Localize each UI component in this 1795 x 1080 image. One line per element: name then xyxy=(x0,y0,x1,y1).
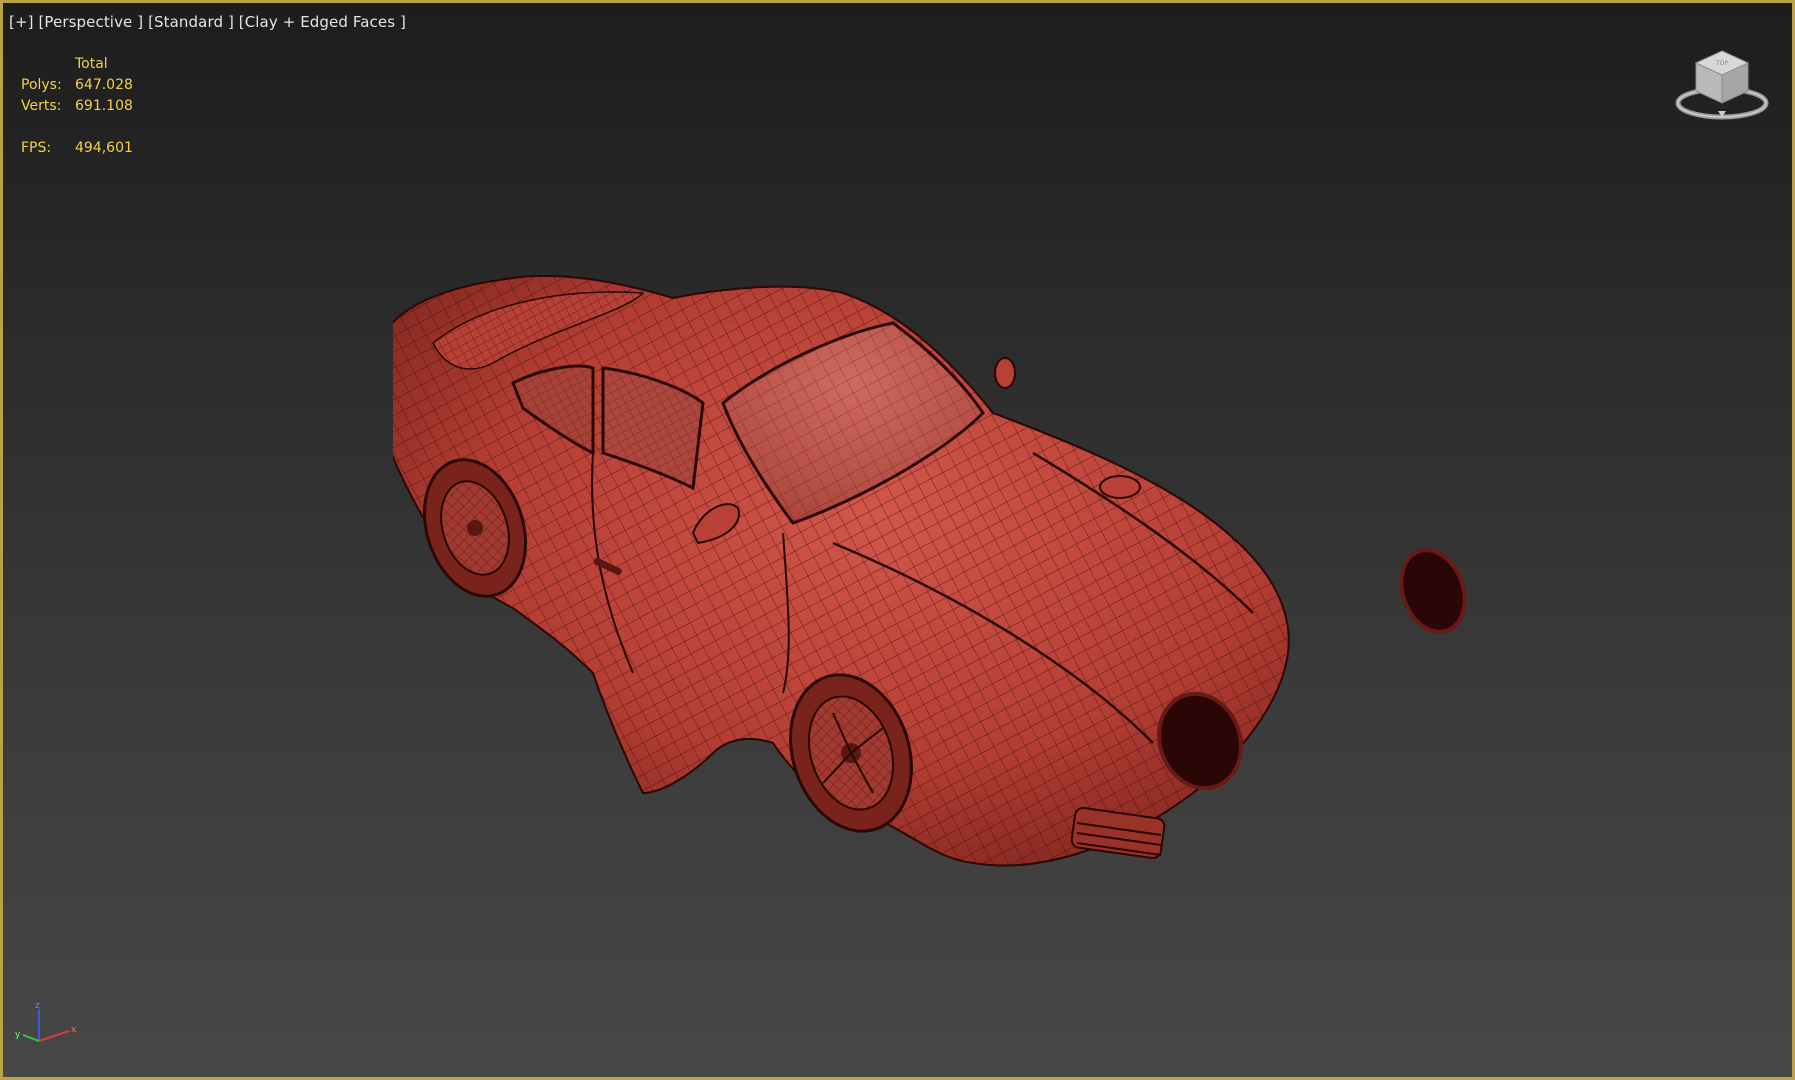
viewcube-icon[interactable]: TOP xyxy=(1672,43,1772,133)
svg-text:TOP: TOP xyxy=(1715,60,1728,67)
car-model-mesh[interactable] xyxy=(377,273,1493,993)
statistics-overlay: Total Polys: 647.028 Verts: 691.108 FPS:… xyxy=(21,54,135,159)
polys-label: Polys: xyxy=(21,77,62,93)
axis-x-label: x xyxy=(71,1025,77,1035)
viewport-display-style-menu[interactable]: [Clay + Edged Faces ] xyxy=(239,13,406,31)
headlight-right xyxy=(1399,548,1467,634)
polys-value: 647.028 xyxy=(75,77,133,93)
axis-y-label: y xyxy=(15,1030,21,1040)
verts-label: Verts: xyxy=(21,98,62,114)
stats-header: Total xyxy=(75,56,108,72)
axis-tripod-icon: z x y xyxy=(13,997,83,1057)
fuel-cap xyxy=(1099,475,1141,499)
antenna-mirror-right xyxy=(994,357,1016,389)
viewport-label-menu: [+] [Perspective ] [Standard ] [Clay + E… xyxy=(9,13,406,31)
viewport-shading-menu[interactable]: [Standard ] xyxy=(148,13,234,31)
fps-value: 494,601 xyxy=(75,140,133,156)
fps-label: FPS: xyxy=(21,140,52,156)
axis-z-label: z xyxy=(35,1001,40,1011)
perspective-viewport[interactable]: [+] [Perspective ] [Standard ] [Clay + E… xyxy=(0,0,1795,1080)
viewport-point-of-view-menu[interactable]: [Perspective ] xyxy=(38,13,143,31)
viewport-general-menu[interactable]: [+] xyxy=(9,13,34,31)
verts-value: 691.108 xyxy=(75,98,133,114)
